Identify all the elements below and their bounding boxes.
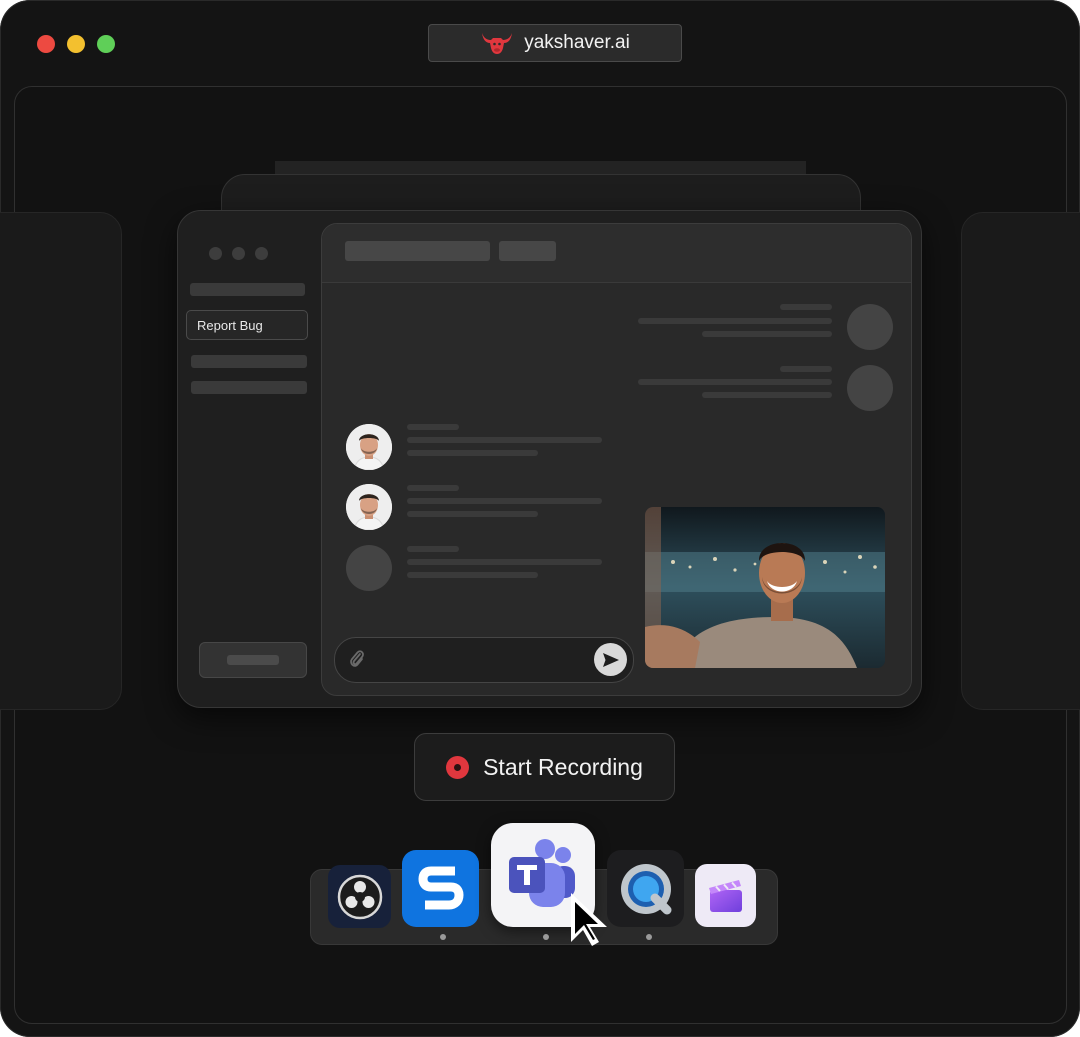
message-author (407, 424, 459, 430)
avatar (847, 304, 893, 350)
snagit-icon[interactable] (402, 850, 479, 927)
avatar (847, 365, 893, 411)
message-line (407, 559, 602, 565)
clipchamp-icon[interactable] (695, 864, 756, 927)
bull-logo-icon (482, 33, 513, 54)
paperclip-icon[interactable] (348, 648, 366, 670)
message-line (638, 379, 832, 385)
start-recording-button[interactable]: Start Recording (414, 733, 675, 801)
url-text: yakshaver.ai (524, 32, 630, 53)
message-author (780, 366, 832, 372)
sidebar-footer-button[interactable] (199, 642, 307, 678)
record-dot-icon (446, 755, 470, 779)
avatar (346, 545, 392, 591)
mock-window-dot (255, 247, 268, 260)
side-card-left (0, 212, 122, 710)
message-line (407, 498, 602, 504)
mouse-cursor-icon (571, 893, 607, 946)
sidebar-item-report-bug[interactable]: Report Bug (186, 310, 308, 340)
background-window-strip (275, 161, 806, 175)
sidebar-item[interactable] (191, 355, 307, 368)
running-indicator (543, 934, 549, 940)
sidebar-item[interactable] (190, 283, 305, 296)
message-author (407, 485, 459, 491)
chat-tab-placeholder[interactable] (499, 241, 556, 261)
side-card-right (961, 212, 1080, 710)
sidebar-item-label: Report Bug (197, 317, 263, 333)
message-line (702, 331, 832, 337)
message-author (780, 304, 832, 310)
running-indicator (646, 934, 652, 940)
message-line (407, 437, 602, 443)
message-input[interactable] (334, 637, 634, 683)
send-button[interactable] (594, 643, 627, 676)
message-line (407, 511, 538, 517)
avatar (346, 424, 392, 470)
mock-window-dot (209, 247, 222, 260)
chat-title-placeholder (345, 241, 490, 261)
zoom-window-button[interactable] (97, 35, 115, 53)
obs-studio-icon[interactable] (328, 865, 391, 928)
message-line (407, 572, 538, 578)
message-line (702, 392, 832, 398)
message-line (407, 450, 538, 456)
minimize-window-button[interactable] (67, 35, 85, 53)
webcam-video-preview (645, 507, 885, 668)
running-indicator (440, 934, 446, 940)
sidebar-item[interactable] (191, 381, 307, 394)
message-line (638, 318, 832, 324)
close-window-button[interactable] (37, 35, 55, 53)
message-author (407, 546, 459, 552)
app-window: yakshaver.ai Report Bug Start Recording (0, 0, 1080, 1037)
send-icon (602, 652, 619, 667)
url-bar[interactable]: yakshaver.ai (428, 24, 682, 62)
mock-window-dot (232, 247, 245, 260)
avatar (346, 484, 392, 530)
quicktime-icon[interactable] (607, 850, 684, 927)
start-recording-label: Start Recording (483, 753, 643, 780)
